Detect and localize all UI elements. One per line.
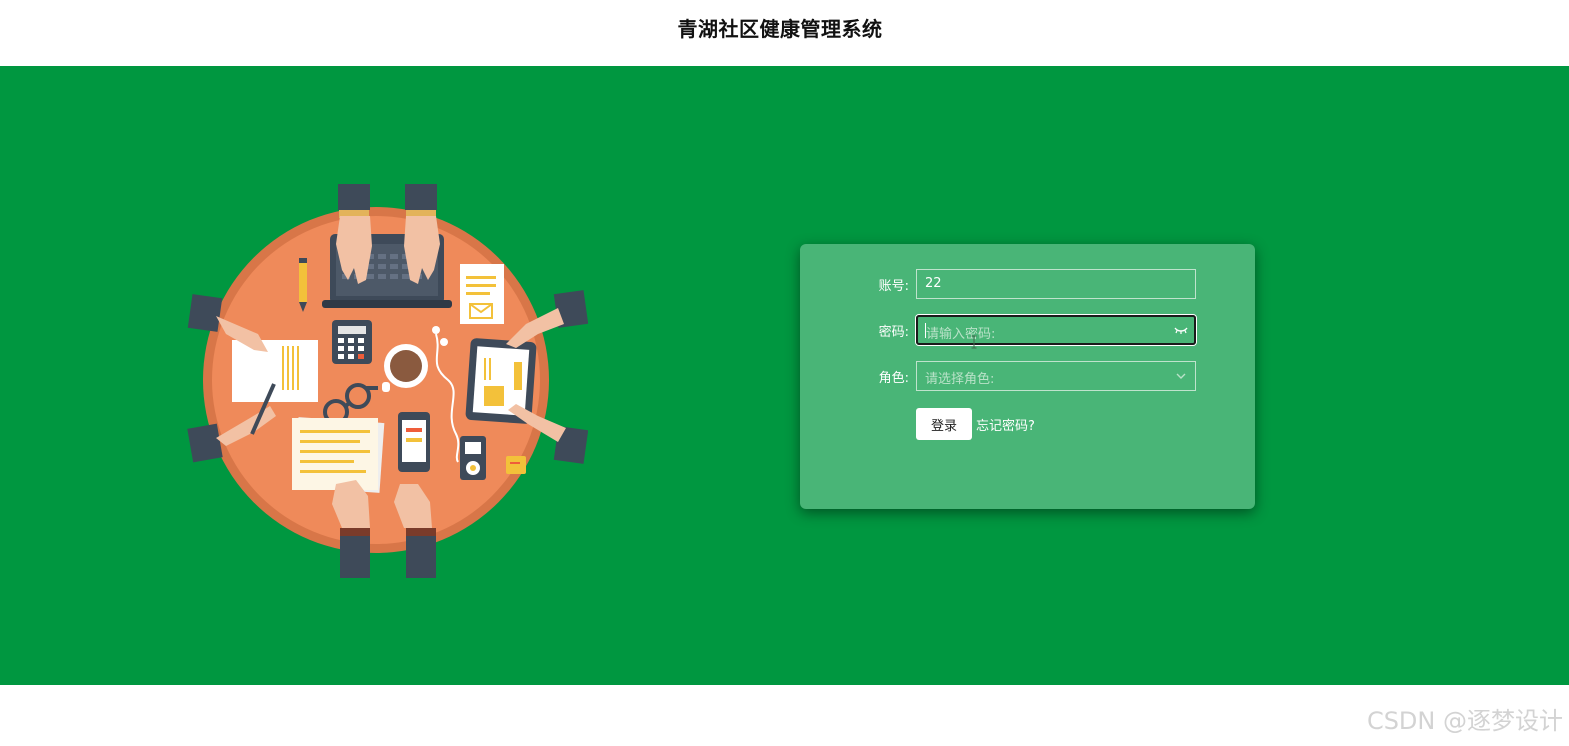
account-row: 账号: 22 — [800, 269, 1255, 299]
account-label: 账号: — [878, 279, 909, 294]
role-placeholder: 请选择角色: — [925, 372, 995, 387]
role-row: 角色: 请选择角色: — [800, 361, 1255, 391]
role-select[interactable]: 请选择角色: — [916, 361, 1196, 391]
password-row: 密码: 请输入密码: — [800, 315, 1255, 345]
login-panel: 账号: 22 密码: 请输入密码: 角色: 请选择角色: 登录 忘记密码? — [800, 244, 1255, 509]
eye-closed-icon[interactable] — [1174, 325, 1188, 335]
page-title: 青湖社区健康管理系统 — [677, 17, 883, 41]
watermark: CSDN @逐梦设计 — [1366, 707, 1563, 735]
password-input[interactable]: 请输入密码: — [916, 315, 1196, 345]
account-input[interactable]: 22 — [916, 269, 1196, 299]
team-meeting-illustration — [187, 184, 588, 578]
chevron-down-icon — [1176, 373, 1186, 379]
page-header: 青湖社区健康管理系统 — [0, 0, 1569, 66]
password-placeholder: 请输入密码: — [926, 327, 996, 342]
main-section: 账号: 22 密码: 请输入密码: 角色: 请选择角色: 登录 忘记密码? — [0, 66, 1569, 685]
login-button[interactable]: 登录 — [916, 408, 972, 440]
text-cursor-icon — [971, 335, 977, 349]
forgot-password-link[interactable]: 忘记密码? — [976, 415, 1035, 434]
account-value: 22 — [925, 276, 942, 291]
password-label: 密码: — [878, 325, 909, 340]
role-label: 角色: — [878, 371, 909, 386]
